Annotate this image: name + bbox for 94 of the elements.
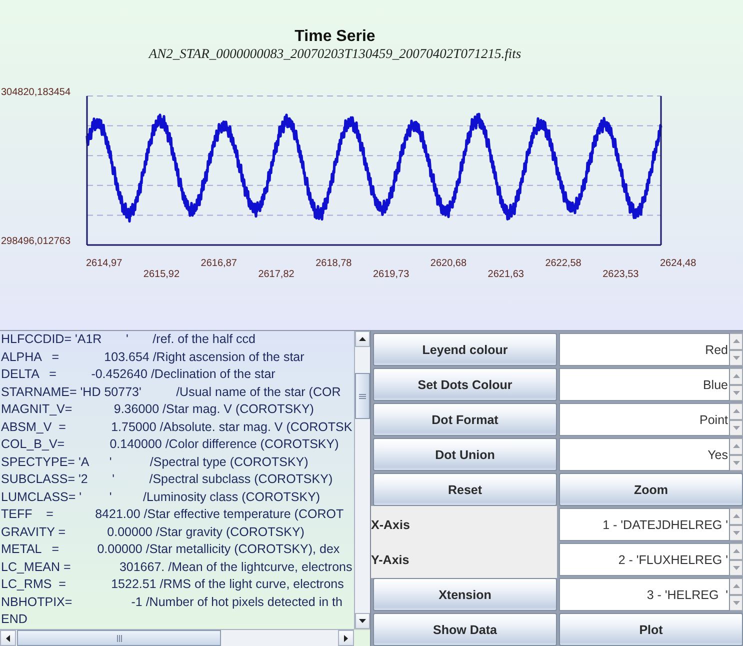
x-axis-label: 2622,58 [545, 258, 582, 269]
action-button[interactable]: Show Data [373, 613, 557, 646]
axis-label: Y-Axis [371, 541, 557, 578]
header-line: TEFF = 8421.00 /Star effective temperature (COROT [1, 506, 344, 523]
up-arrow-icon [359, 337, 366, 341]
up-arrow-icon [732, 444, 740, 448]
spin-down-button[interactable] [730, 594, 743, 611]
spin-up-button[interactable] [730, 438, 743, 454]
x-axis-label: 2624,48 [660, 258, 696, 269]
spinner-field[interactable]: 2 - 'FLUXHELREG ' [559, 543, 730, 576]
up-arrow-icon [732, 514, 740, 518]
spin-down-button[interactable] [730, 350, 743, 366]
text-area[interactable] [0, 331, 354, 629]
scrollbar-thumb[interactable] [17, 630, 221, 646]
header-line: DELTA = -0.452640 /Declination of the star [1, 366, 276, 383]
spin-down-button[interactable] [730, 524, 743, 541]
header-line: SUBCLASS= '2 ' /Spectral subclass (COROTSKY) [1, 471, 333, 488]
axis-label: X-Axis [371, 506, 557, 543]
action-button[interactable]: Xtension [373, 578, 557, 611]
right-arrow-icon [344, 634, 348, 642]
grip-icon [359, 394, 366, 398]
spinner-field[interactable]: 1 - 'DATEJDHELREG ' [559, 508, 730, 541]
scrollbar-thumb[interactable] [355, 373, 370, 419]
down-arrow-icon [732, 390, 740, 395]
up-arrow-icon [732, 409, 740, 414]
x-axis-label: 2617,82 [258, 269, 294, 280]
action-button[interactable]: Reset [373, 473, 557, 506]
chart-title: Time Serie [294, 28, 376, 46]
header-line: ABSM_V = 1.75000 /Absolute. star mag. V (COROTSK [1, 418, 352, 436]
grip-icon [116, 634, 122, 642]
vertical-scrollbar[interactable] [354, 331, 370, 629]
down-arrow-icon [732, 460, 740, 465]
action-button[interactable]: Plot [559, 613, 743, 646]
scrollbar-corner [354, 629, 370, 646]
spin-up-button[interactable] [730, 543, 743, 560]
scroll-down-button[interactable] [355, 613, 370, 629]
header-line: END [1, 611, 28, 628]
spinner-field[interactable]: Yes [559, 438, 730, 471]
x-axis-label: 2618,78 [316, 258, 352, 269]
horizontal-scrollbar[interactable] [0, 629, 354, 646]
spinner-field[interactable]: Red [559, 333, 730, 366]
spin-down-button[interactable] [730, 384, 743, 401]
down-arrow-icon [732, 566, 740, 570]
spin-down-button[interactable] [730, 454, 743, 471]
spin-up-button[interactable] [730, 578, 743, 594]
spin-up-button[interactable] [730, 333, 743, 350]
x-axis-label: 2619,73 [373, 269, 410, 280]
up-arrow-icon [732, 549, 740, 554]
header-line: STARNAME= 'HD 50773' /Usual name of the star (COR [1, 384, 341, 401]
up-arrow-icon [732, 339, 740, 344]
up-arrow-icon [732, 584, 740, 588]
scroll-left-button[interactable] [0, 630, 16, 646]
action-button[interactable]: Zoom [559, 473, 743, 506]
y-axis-label: 304820,183454 [1, 87, 71, 98]
x-axis-label: 2623,53 [602, 269, 639, 280]
header-line: METAL = 0.00000 /Star metallicity (COROTSKY), dex [1, 541, 340, 558]
y-axis-label: 298496,012763 [1, 236, 71, 247]
down-arrow-icon [359, 619, 366, 623]
spin-up-button[interactable] [730, 403, 743, 420]
x-axis-label: 2614,97 [86, 258, 122, 269]
x-axis-label: 2620,68 [430, 258, 467, 269]
x-axis-label: 2616,87 [200, 258, 237, 269]
header-line: LC_RMS = 1522.51 /RMS of the light curve, electrons [1, 576, 344, 593]
down-arrow-icon [732, 426, 740, 430]
header-line: NBHOTPIX= -1 /Number of hot pixels detected in th [1, 594, 342, 611]
up-arrow-icon [732, 374, 740, 378]
header-line: COL_B_V= 0.140000 /Color difference (COROTSKY) [1, 436, 339, 453]
spinner-field[interactable]: Blue [559, 368, 730, 401]
header-line: GRAVITY = 0.00000 /Star gravity (COROTSKY) [1, 524, 304, 541]
header-line: ALPHA = 103.654 /Right ascension of the star [1, 348, 304, 366]
spin-down-button[interactable] [730, 560, 743, 576]
header-line: LC_MEAN = 301667. /Mean of the lightcurve, electrons [1, 558, 352, 576]
spin-up-button[interactable] [730, 368, 743, 384]
header-line: HLFCCDID= 'A1R ' /ref. of the half ccd [1, 331, 256, 348]
file-name-subtitle: AN2_STAR_0000000083_20070203T130459_20070402T071215.fits [148, 46, 522, 62]
x-axis-label: 2615,92 [143, 269, 180, 280]
x-axis-label: 2621,63 [488, 269, 524, 280]
spinner-field[interactable]: Point [559, 403, 730, 436]
action-button[interactable]: Set Dots Colour [373, 368, 557, 401]
action-button[interactable]: Dot Union [373, 438, 557, 471]
down-arrow-icon [732, 600, 740, 605]
left-arrow-icon [6, 634, 10, 642]
spin-down-button[interactable] [730, 420, 743, 436]
header-line: LUMCLASS= ' ' /Luminosity class (COROTSKY) [1, 488, 320, 506]
scroll-right-button[interactable] [338, 630, 354, 646]
down-arrow-icon [732, 356, 740, 360]
header-line: SPECTYPE= 'A ' /Spectral type (COROTSKY) [1, 454, 308, 471]
spin-up-button[interactable] [730, 508, 743, 524]
down-arrow-icon [732, 530, 740, 535]
spinner-field[interactable]: 3 - 'HELREG ' [559, 578, 730, 611]
action-button[interactable]: Leyend colour [373, 333, 557, 366]
header-line: MAGNIT_V= 9.36000 /Star mag. V (COROTSKY) [1, 401, 314, 418]
scroll-up-button[interactable] [355, 331, 370, 347]
action-button[interactable]: Dot Format [373, 403, 557, 436]
